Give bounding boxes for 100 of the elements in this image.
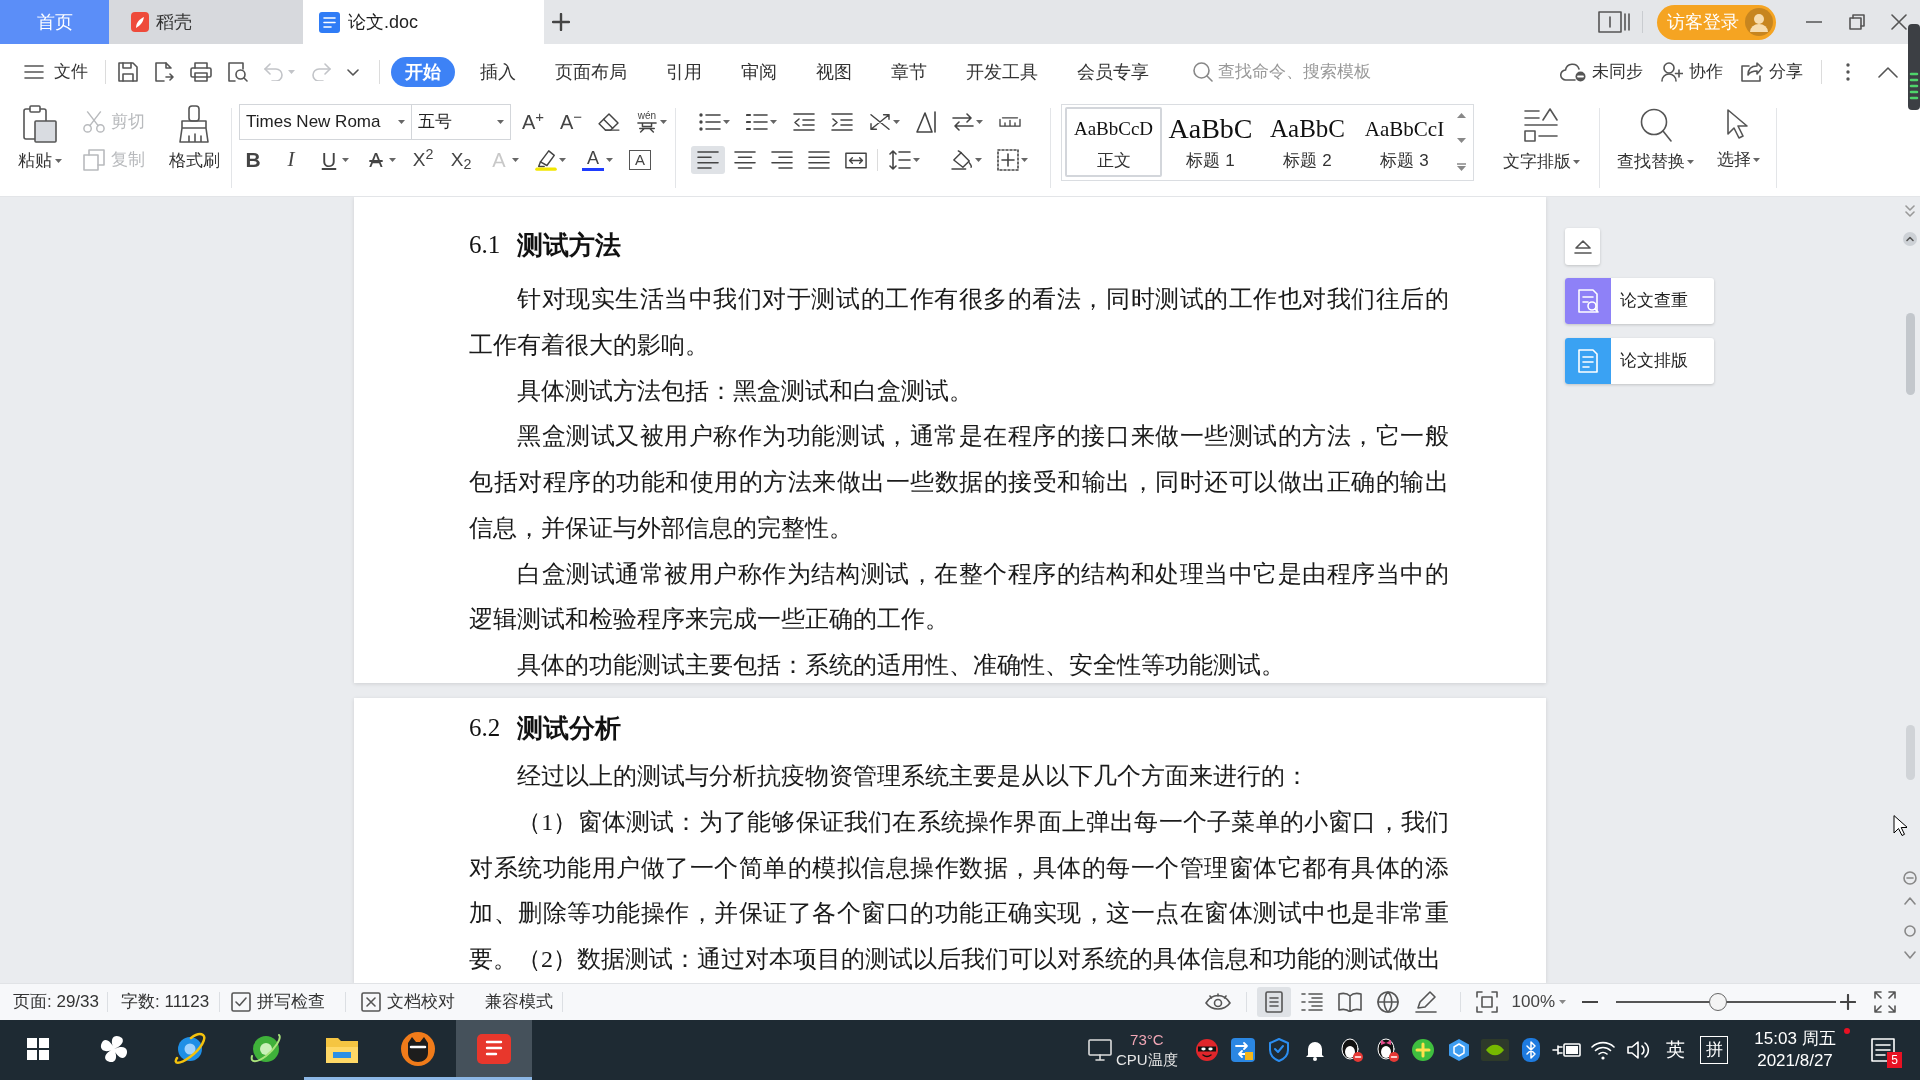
scroll-up-icon[interactable] [1457, 113, 1466, 118]
scroll-down-icon[interactable] [1457, 138, 1466, 143]
close-icon[interactable] [1891, 14, 1907, 30]
underline-button[interactable]: U [312, 146, 355, 174]
spellcheck-button[interactable]: 拼写检查 [231, 989, 326, 1015]
zoom-level-button[interactable]: 100% [1511, 989, 1566, 1015]
scrollbar-thumb[interactable] [1905, 313, 1915, 395]
paste-button[interactable]: 粘贴 [14, 105, 66, 173]
slider-thumb[interactable] [1708, 993, 1727, 1011]
section-number: 6.1 [469, 230, 501, 261]
bluetooth-icon[interactable] [1522, 1038, 1540, 1062]
search-icon [1639, 108, 1672, 142]
ribbon-tab[interactable]: 开发工具 [952, 57, 1052, 87]
power-plug-icon[interactable] [1552, 1041, 1582, 1059]
wifi-icon[interactable] [1591, 1040, 1615, 1060]
penguin-icon[interactable] [1375, 1038, 1399, 1062]
input-language-button[interactable]: 英 [1657, 1035, 1693, 1065]
bell-icon[interactable] [1305, 1039, 1325, 1061]
share-icon [1741, 62, 1763, 82]
fit-page-icon[interactable] [1475, 991, 1498, 1013]
start-menu-icon [27, 1037, 49, 1060]
cat-face-icon [400, 1030, 436, 1067]
pinyin-button[interactable]: wén [630, 108, 673, 136]
style-option[interactable]: AaBbCcD 正文 [1065, 107, 1162, 177]
previous-page-icon[interactable] [1904, 897, 1916, 905]
style-option[interactable]: AaBbCcI 标题 3 [1356, 107, 1453, 177]
clock[interactable]: 15:03 周五 2021/8/27 [1740, 1028, 1850, 1072]
char-border-button[interactable]: A [623, 146, 657, 174]
ribbon-tab[interactable]: 章节 [877, 57, 941, 87]
caret-icon [606, 158, 613, 162]
paragraph: 经过以上的测试与分析抗疫物资管理系统主要是从以下几个方面来进行的： [516, 762, 1310, 791]
select-button[interactable]: 选择 [1713, 100, 1763, 172]
sync-button[interactable]: 未同步 [1560, 59, 1643, 85]
tab[interactable]: 稻壳 [109, 0, 303, 44]
zoom-in-icon[interactable] [1840, 994, 1856, 1010]
caret-icon [1752, 158, 1760, 162]
ribbon-tab[interactable]: 会员专享 [1063, 57, 1163, 87]
fullscreen-icon[interactable] [1874, 991, 1896, 1013]
notification-button[interactable]: 5 [1860, 1028, 1905, 1072]
find-replace-button[interactable]: 查找替换 [1612, 100, 1699, 174]
font-color-button[interactable]: A [576, 146, 619, 174]
restore-icon[interactable] [1849, 14, 1865, 30]
proofread-button[interactable]: 文档校对 [361, 989, 456, 1015]
collaborate-button[interactable]: 协作 [1661, 59, 1723, 85]
ribbon-tab[interactable]: 页面布局 [541, 57, 641, 87]
search-icon [1193, 62, 1213, 82]
minus-circle-icon[interactable] [1903, 871, 1917, 885]
ribbon-tab[interactable]: 引用 [652, 57, 716, 87]
compatibility-mode: 兼容模式 [485, 991, 554, 1014]
expand-gallery-icon[interactable] [1457, 163, 1466, 171]
align-left-button[interactable] [691, 146, 725, 174]
search-field[interactable]: 查找命令、搜索模板 [1193, 56, 1393, 88]
share-button[interactable]: 分享 [1741, 59, 1803, 85]
word-count: 字数: 11123 [121, 991, 210, 1014]
chip-icon[interactable] [1481, 1039, 1509, 1061]
scroll-up-icon[interactable] [1903, 232, 1917, 246]
style-option[interactable]: AaBbC 标题 1 [1162, 107, 1259, 177]
grow-button[interactable]: A$^{+}$ [516, 108, 550, 136]
font-name-field[interactable]: Times New Roma [239, 104, 412, 140]
browse-object-icon[interactable] [1904, 925, 1916, 937]
chevron-up-icon[interactable] [1878, 66, 1898, 78]
ribbon-tab[interactable]: 插入 [466, 57, 530, 87]
style-option[interactable]: AaBbC 标题 2 [1259, 107, 1356, 177]
ribbon-tab[interactable]: 审阅 [727, 57, 791, 87]
tab[interactable]: 论文.doc [303, 0, 544, 44]
next-page-icon[interactable] [1904, 951, 1916, 959]
monitor-icon[interactable] [1088, 1039, 1112, 1061]
hexagon-icon[interactable] [1447, 1038, 1471, 1062]
more-options-icon[interactable] [1846, 63, 1850, 81]
file-menu-button[interactable]: 文件 [24, 59, 88, 85]
menu-icon [24, 65, 44, 79]
zoom-slider[interactable] [1616, 993, 1836, 1011]
paper-layout-button[interactable]: 论文排版 [1565, 338, 1714, 384]
ribbon-tab[interactable]: 视图 [802, 57, 866, 87]
font-size-field[interactable]: 五号 [412, 104, 511, 140]
view-button[interactable] [1256, 987, 1291, 1017]
speaker-icon[interactable] [1627, 1040, 1651, 1060]
transfer-icon[interactable] [1231, 1038, 1255, 1062]
masked-face-icon[interactable] [1195, 1038, 1219, 1062]
window-layout-icon[interactable] [1598, 11, 1630, 33]
page-view-icon [1264, 991, 1283, 1013]
superscript-button[interactable]: X$^{2}$ [406, 146, 440, 174]
caret-icon [398, 120, 405, 124]
penguin-icon[interactable] [1339, 1038, 1363, 1062]
italic-button[interactable]: I [274, 146, 308, 174]
input-mode-button[interactable]: 拼 [1700, 1036, 1728, 1064]
paper-check-button[interactable]: 论文查重 [1565, 278, 1714, 324]
strikethrough-button[interactable]: A [359, 146, 402, 174]
bold-button[interactable]: B [236, 146, 270, 174]
mouse-pointer-icon [1893, 815, 1907, 836]
collapse-panel-button[interactable] [1565, 228, 1600, 265]
shield-icon[interactable] [1268, 1038, 1290, 1062]
caret-icon [893, 120, 900, 124]
format-painter-button[interactable]: 格式刷 [166, 105, 222, 173]
plus-circle-icon[interactable] [1411, 1038, 1435, 1062]
ribbon-tab[interactable]: 开始 [391, 57, 455, 87]
shrink-button[interactable]: A$^{−}$ [554, 108, 588, 136]
subscript-button[interactable]: X$_{2}$ [444, 146, 478, 174]
text-layout-button[interactable]: 文字排版 [1499, 100, 1583, 174]
checkbox-tick-icon [231, 992, 252, 1012]
